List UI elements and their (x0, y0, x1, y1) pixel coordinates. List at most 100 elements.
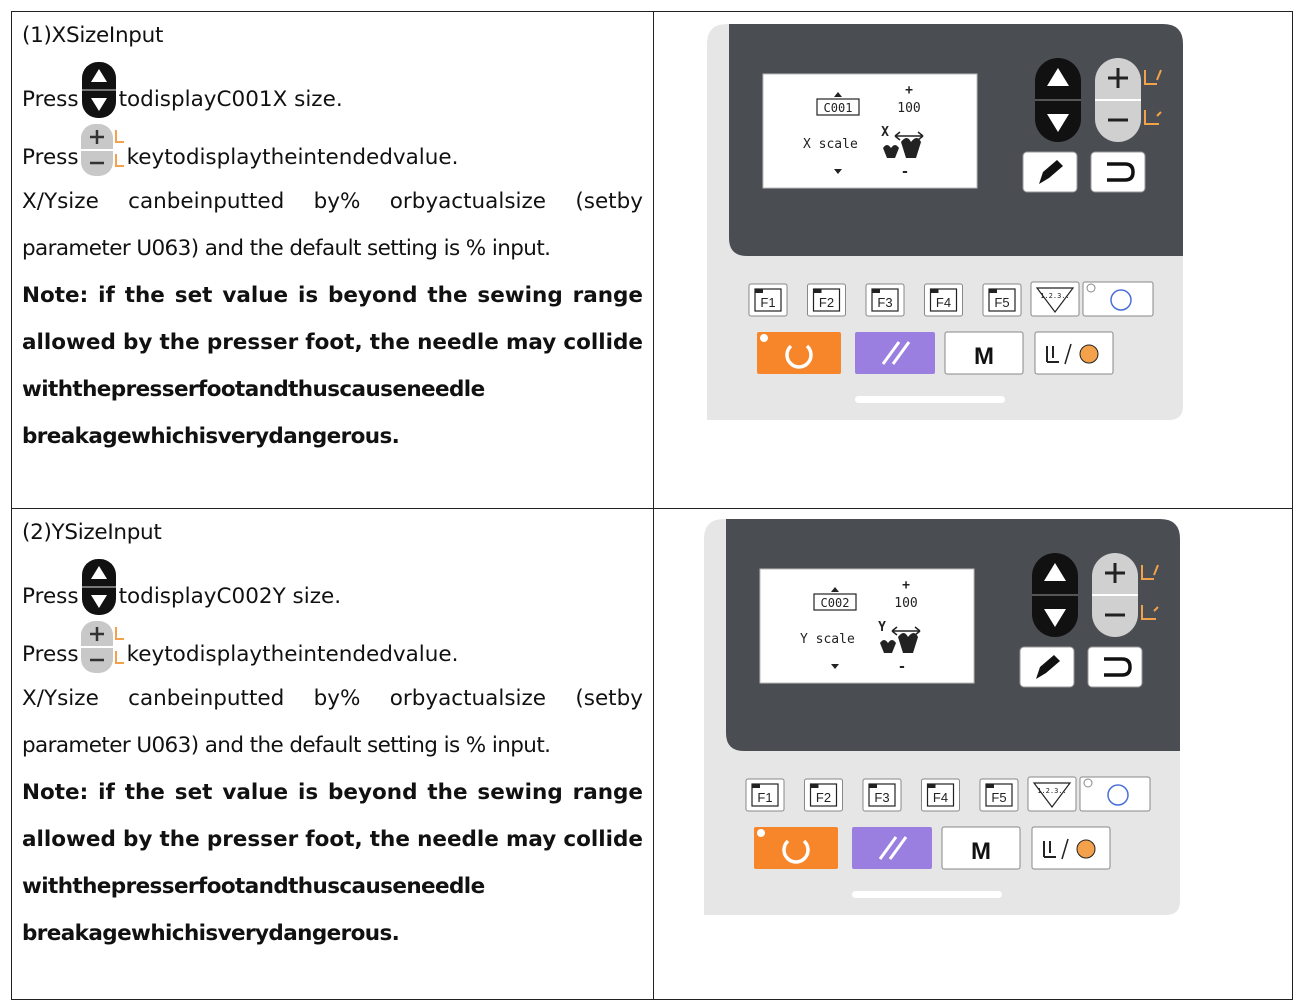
f-key-2[interactable]: F2 (807, 283, 846, 317)
note-word: value (222, 283, 289, 308)
m-key-label: M (971, 838, 991, 865)
step-text: Press (22, 642, 79, 667)
note-word: the (369, 827, 410, 852)
up-down-key-icon (81, 559, 116, 615)
f-key-1[interactable]: F1 (745, 778, 785, 812)
note-word: collide (563, 827, 643, 852)
note-word: presser (206, 330, 299, 355)
lcd-plus: + (902, 578, 910, 593)
lcd-minus: - (901, 164, 909, 180)
note-word: beyond (328, 780, 418, 805)
note-word: Note: (22, 283, 89, 308)
edit-key[interactable] (1022, 151, 1078, 193)
m-key[interactable]: M (944, 331, 1024, 375)
note-line: withthepresserfootandthuscauseneedle (22, 874, 485, 899)
lcd-minus: - (898, 659, 906, 675)
step-text: Press (22, 584, 79, 609)
control-panel-figure: C001 X scale +100 X - F1 F2 F3 F4 F5 1.2.3.. M (707, 24, 1183, 420)
ready-key[interactable] (1082, 281, 1154, 317)
f-key-label: F4 (936, 295, 951, 310)
step-text: keytodisplaytheintendedvalue. (126, 145, 459, 170)
lcd-screen: C002 Y scale +100 Y - (759, 568, 975, 684)
image-cell: C002 Y scale +100 Y - F1 F2 F3 F4 F5 1.2.3.. M (653, 508, 1293, 1000)
note-word: allowed (22, 827, 116, 852)
instruction-step: Press todisplayC002Y size. (22, 551, 643, 615)
note-word: the (369, 330, 410, 355)
table-row: (2)YSizeInput Press todisplayC002Y size. Pr… (11, 508, 1293, 1000)
f-key-1[interactable]: F1 (748, 283, 788, 317)
note-line: Note: if the set value is beyond the sewing range (22, 272, 643, 319)
note-word: if (98, 780, 115, 805)
panel-slot (852, 891, 1002, 898)
paragraph-word: by% (313, 686, 361, 711)
note-word: Note: (22, 780, 89, 805)
clear-key[interactable] (852, 827, 932, 869)
edit-key[interactable] (1019, 646, 1075, 688)
bobbin-icon (1076, 839, 1096, 859)
bobbin-icon (1079, 344, 1099, 364)
f-key-3[interactable]: F3 (862, 778, 902, 812)
instruction-table: (1)XSizeInput Press todisplayC001X size. Pr… (11, 11, 1293, 1000)
f-key-2[interactable]: F2 (804, 778, 843, 812)
reset-key[interactable] (754, 827, 838, 869)
f-key-5[interactable]: F5 (979, 778, 1019, 812)
note-word: set (174, 780, 213, 805)
f-key-3[interactable]: F3 (865, 283, 905, 317)
note-word: may (506, 827, 557, 852)
f-key-label: F5 (994, 295, 1009, 310)
winder-key[interactable] (1034, 331, 1114, 375)
note-word: value (222, 780, 289, 805)
note-word: needle (417, 827, 499, 852)
f-key-label: F2 (819, 295, 834, 310)
f-key-label: F3 (874, 790, 889, 805)
panel-slot (855, 396, 1005, 403)
image-cell: C001 X scale +100 X - F1 F2 F3 F4 F5 1.2.3.. M (653, 11, 1293, 509)
step-text: todisplayC001X size. (118, 87, 343, 112)
m-key[interactable]: M (941, 826, 1021, 870)
note-word: the (124, 283, 165, 308)
note-word: the (159, 827, 200, 852)
counter-key[interactable]: 1.2.3.. (1027, 776, 1077, 812)
f-key-label: F5 (991, 790, 1006, 805)
counter-label: 1.2.3.. (1040, 292, 1070, 300)
winder-key[interactable] (1031, 826, 1111, 870)
note-word: the (124, 780, 165, 805)
step-text: Press (22, 87, 79, 112)
step-text: todisplayC002Y size. (118, 584, 342, 609)
return-key[interactable] (1090, 151, 1146, 193)
f-key-label: F2 (816, 790, 831, 805)
up-down-key[interactable] (1032, 553, 1078, 637)
paragraph-word: canbeinputted (128, 189, 285, 214)
return-key[interactable] (1087, 646, 1143, 688)
reset-key[interactable] (757, 332, 841, 374)
note-word: by (122, 330, 153, 355)
f-key-4[interactable]: F4 (921, 778, 960, 812)
note-word: the (427, 780, 468, 805)
f-key-4[interactable]: F4 (924, 283, 963, 317)
note-word: by (122, 827, 153, 852)
note-word: sewing (477, 283, 563, 308)
ready-key[interactable] (1079, 776, 1151, 812)
note-line: withthepresserfootandthuscauseneedle (22, 377, 485, 402)
note-word: the (159, 330, 200, 355)
note-word: presser (206, 827, 299, 852)
lcd-code: C001 (824, 101, 853, 115)
clear-key[interactable] (855, 332, 935, 374)
note-line: breakagewhichisverydangerous. (22, 424, 400, 449)
note-word: may (506, 330, 557, 355)
counter-label: 1.2.3.. (1037, 787, 1067, 795)
f-key-5[interactable]: F5 (982, 283, 1022, 317)
instruction-step: Press keytodisplaytheintendedvalue. (22, 114, 643, 176)
step-text: keytodisplaytheintendedvalue. (126, 642, 459, 667)
note-word: needle (417, 330, 499, 355)
counter-key[interactable]: 1.2.3.. (1030, 281, 1080, 317)
section-heading: (1)XSizeInput (22, 23, 164, 48)
note-word: set (174, 283, 213, 308)
note-word: foot, (305, 827, 363, 852)
lcd-screen: C001 X scale +100 X - (762, 73, 978, 189)
note-word: collide (563, 330, 643, 355)
note-word: if (98, 283, 115, 308)
up-down-key[interactable] (1035, 58, 1081, 142)
lcd-scale-label: Y scale (800, 632, 855, 647)
plus-minus-key-icon (80, 124, 124, 176)
